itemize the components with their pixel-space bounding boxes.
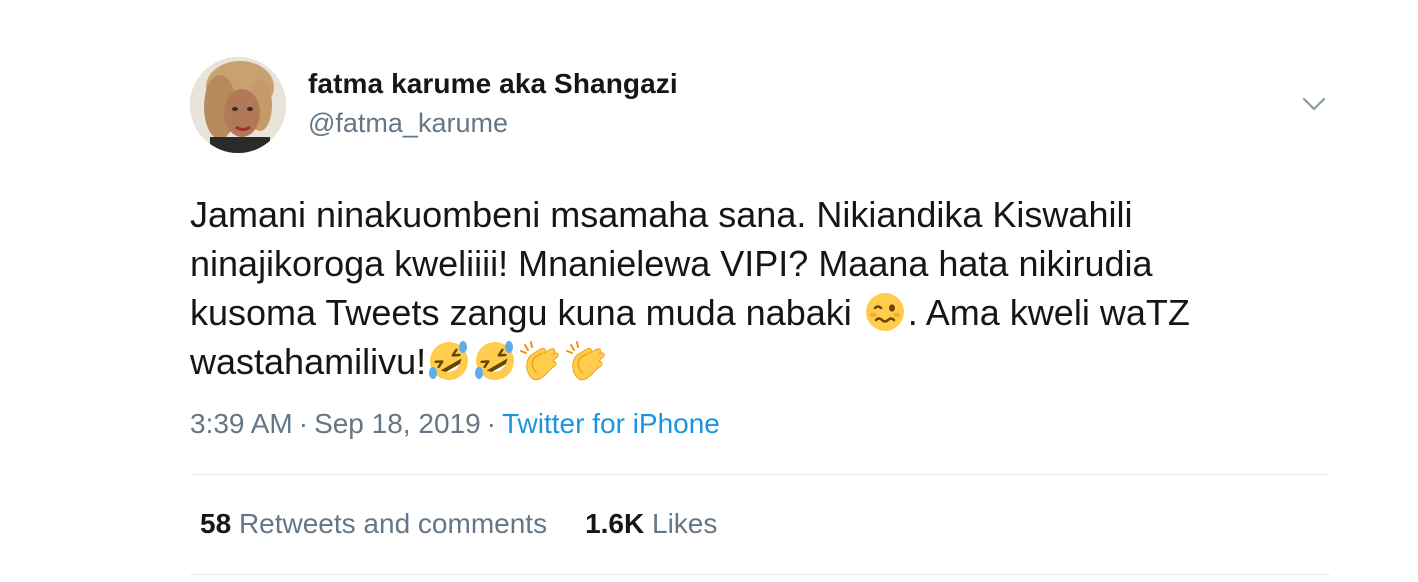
avatar-image <box>190 57 286 153</box>
likes-count: 1.6K <box>585 508 645 539</box>
retweets-label: Retweets and comments <box>238 508 548 539</box>
tweet-date[interactable]: Sep 18, 2019 <box>314 408 481 439</box>
divider <box>190 474 1330 475</box>
retweets-count: 58 <box>200 508 232 539</box>
chevron-down-icon[interactable] <box>1298 88 1330 120</box>
likes-stat[interactable]: 1.6K Likes <box>585 508 717 539</box>
tweet-text-line: wastahamilivu! <box>190 337 1350 386</box>
clapping-hands-icon <box>565 339 609 383</box>
tweet-text-line: ninajikoroga kweliiii! Mnanielewa VIPI? … <box>190 243 1153 284</box>
meta-separator: · <box>486 408 496 439</box>
rolling-on-floor-laughing-icon <box>427 339 471 383</box>
woozy-face-icon <box>863 290 907 334</box>
tweet-text-line: kusoma Tweets zangu kuna muda nabaki . A… <box>190 288 1350 337</box>
meta-separator: · <box>298 408 309 439</box>
divider <box>190 574 1330 575</box>
tweet-stats: 58 Retweets and comments 1.6K Likes <box>200 508 717 540</box>
tweet-source-link[interactable]: Twitter for iPhone <box>502 408 720 439</box>
tweet-text-fragment: wastahamilivu! <box>190 341 427 382</box>
tweet-card: fatma karume aka Shangazi @fatma_karume … <box>0 0 1418 582</box>
tweet-text-fragment: . Ama kweli waTZ <box>907 292 1190 333</box>
tweet-time[interactable]: 3:39 AM <box>190 408 293 439</box>
tweet-text: Jamani ninakuombeni msamaha sana. Nikian… <box>190 190 1350 386</box>
author-handle[interactable]: @fatma_karume <box>308 108 508 139</box>
clapping-hands-icon <box>519 339 563 383</box>
tweet-text-line: Jamani ninakuombeni msamaha sana. Nikian… <box>190 194 1133 235</box>
author-display-name[interactable]: fatma karume aka Shangazi <box>308 68 678 100</box>
rolling-on-floor-laughing-icon <box>473 339 517 383</box>
tweet-text-fragment: kusoma Tweets zangu kuna muda nabaki <box>190 292 852 333</box>
likes-label: Likes <box>652 508 718 539</box>
avatar[interactable] <box>190 57 286 153</box>
tweet-meta: 3:39 AM · Sep 18, 2019 · Twitter for iPhone <box>190 408 720 440</box>
retweets-stat[interactable]: 58 Retweets and comments <box>200 508 547 539</box>
